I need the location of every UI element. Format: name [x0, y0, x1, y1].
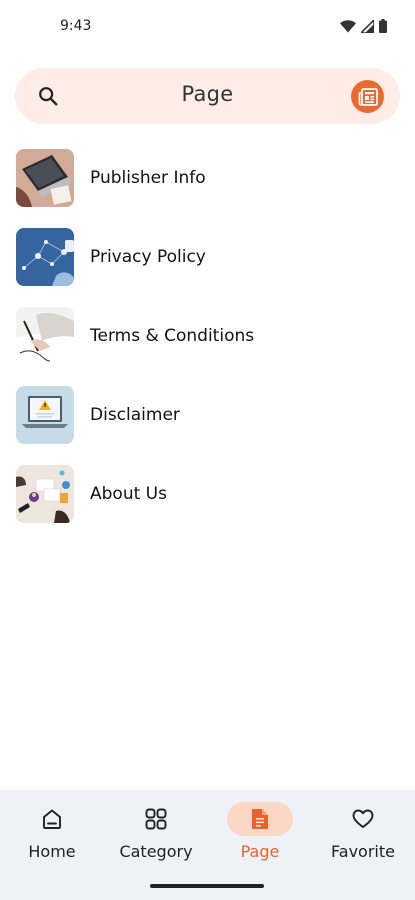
status-bar: 9:43: [0, 0, 415, 54]
page-title: Page: [181, 82, 234, 106]
newspaper-button[interactable]: [351, 80, 384, 113]
list-item-about-us[interactable]: About Us: [16, 464, 396, 524]
list-item-label: About Us: [90, 484, 167, 504]
status-icons: [340, 19, 387, 33]
list-item-disclaimer[interactable]: Disclaimer: [16, 385, 396, 445]
nav-item-favorite[interactable]: Favorite: [311, 790, 415, 880]
nav-label: Page: [240, 842, 280, 861]
newspaper-icon: [358, 87, 378, 106]
battery-icon: [379, 19, 387, 33]
laptop-warning-illustration: [16, 386, 74, 444]
list-item-label: Terms & Conditions: [90, 326, 255, 346]
nav-label: Home: [28, 842, 76, 861]
page-header: Page: [15, 68, 400, 124]
team-desk-illustration: [16, 465, 74, 523]
list-item-publisher-info[interactable]: Publisher Info: [16, 148, 396, 208]
list-item-privacy-policy[interactable]: Privacy Policy: [16, 227, 396, 287]
nav-label: Category: [119, 842, 193, 861]
nav-item-category[interactable]: Category: [104, 790, 208, 880]
nav-item-home[interactable]: Home: [0, 790, 104, 880]
document-icon: [252, 809, 268, 829]
status-time: 9:43: [60, 18, 92, 34]
list-item-label: Publisher Info: [90, 168, 206, 188]
nav-label: Favorite: [331, 842, 395, 861]
laptop-desk-photo: [16, 149, 74, 207]
signing-document-photo: [16, 307, 74, 365]
network-lock-photo: [16, 228, 74, 286]
list-item-label: Disclaimer: [90, 405, 180, 425]
grid-icon: [145, 808, 167, 830]
heart-icon: [352, 809, 374, 828]
home-icon: [43, 809, 61, 829]
nav-item-page[interactable]: Page: [208, 790, 312, 880]
list-item-label: Privacy Policy: [90, 247, 206, 267]
app-screen: 9:43 Page Publisher Info Privacy Policy …: [0, 0, 415, 900]
list-item-terms-conditions[interactable]: Terms & Conditions: [16, 306, 396, 366]
signal-icon: [361, 19, 374, 33]
wifi-icon: [340, 19, 356, 32]
gesture-bar[interactable]: [150, 884, 264, 888]
